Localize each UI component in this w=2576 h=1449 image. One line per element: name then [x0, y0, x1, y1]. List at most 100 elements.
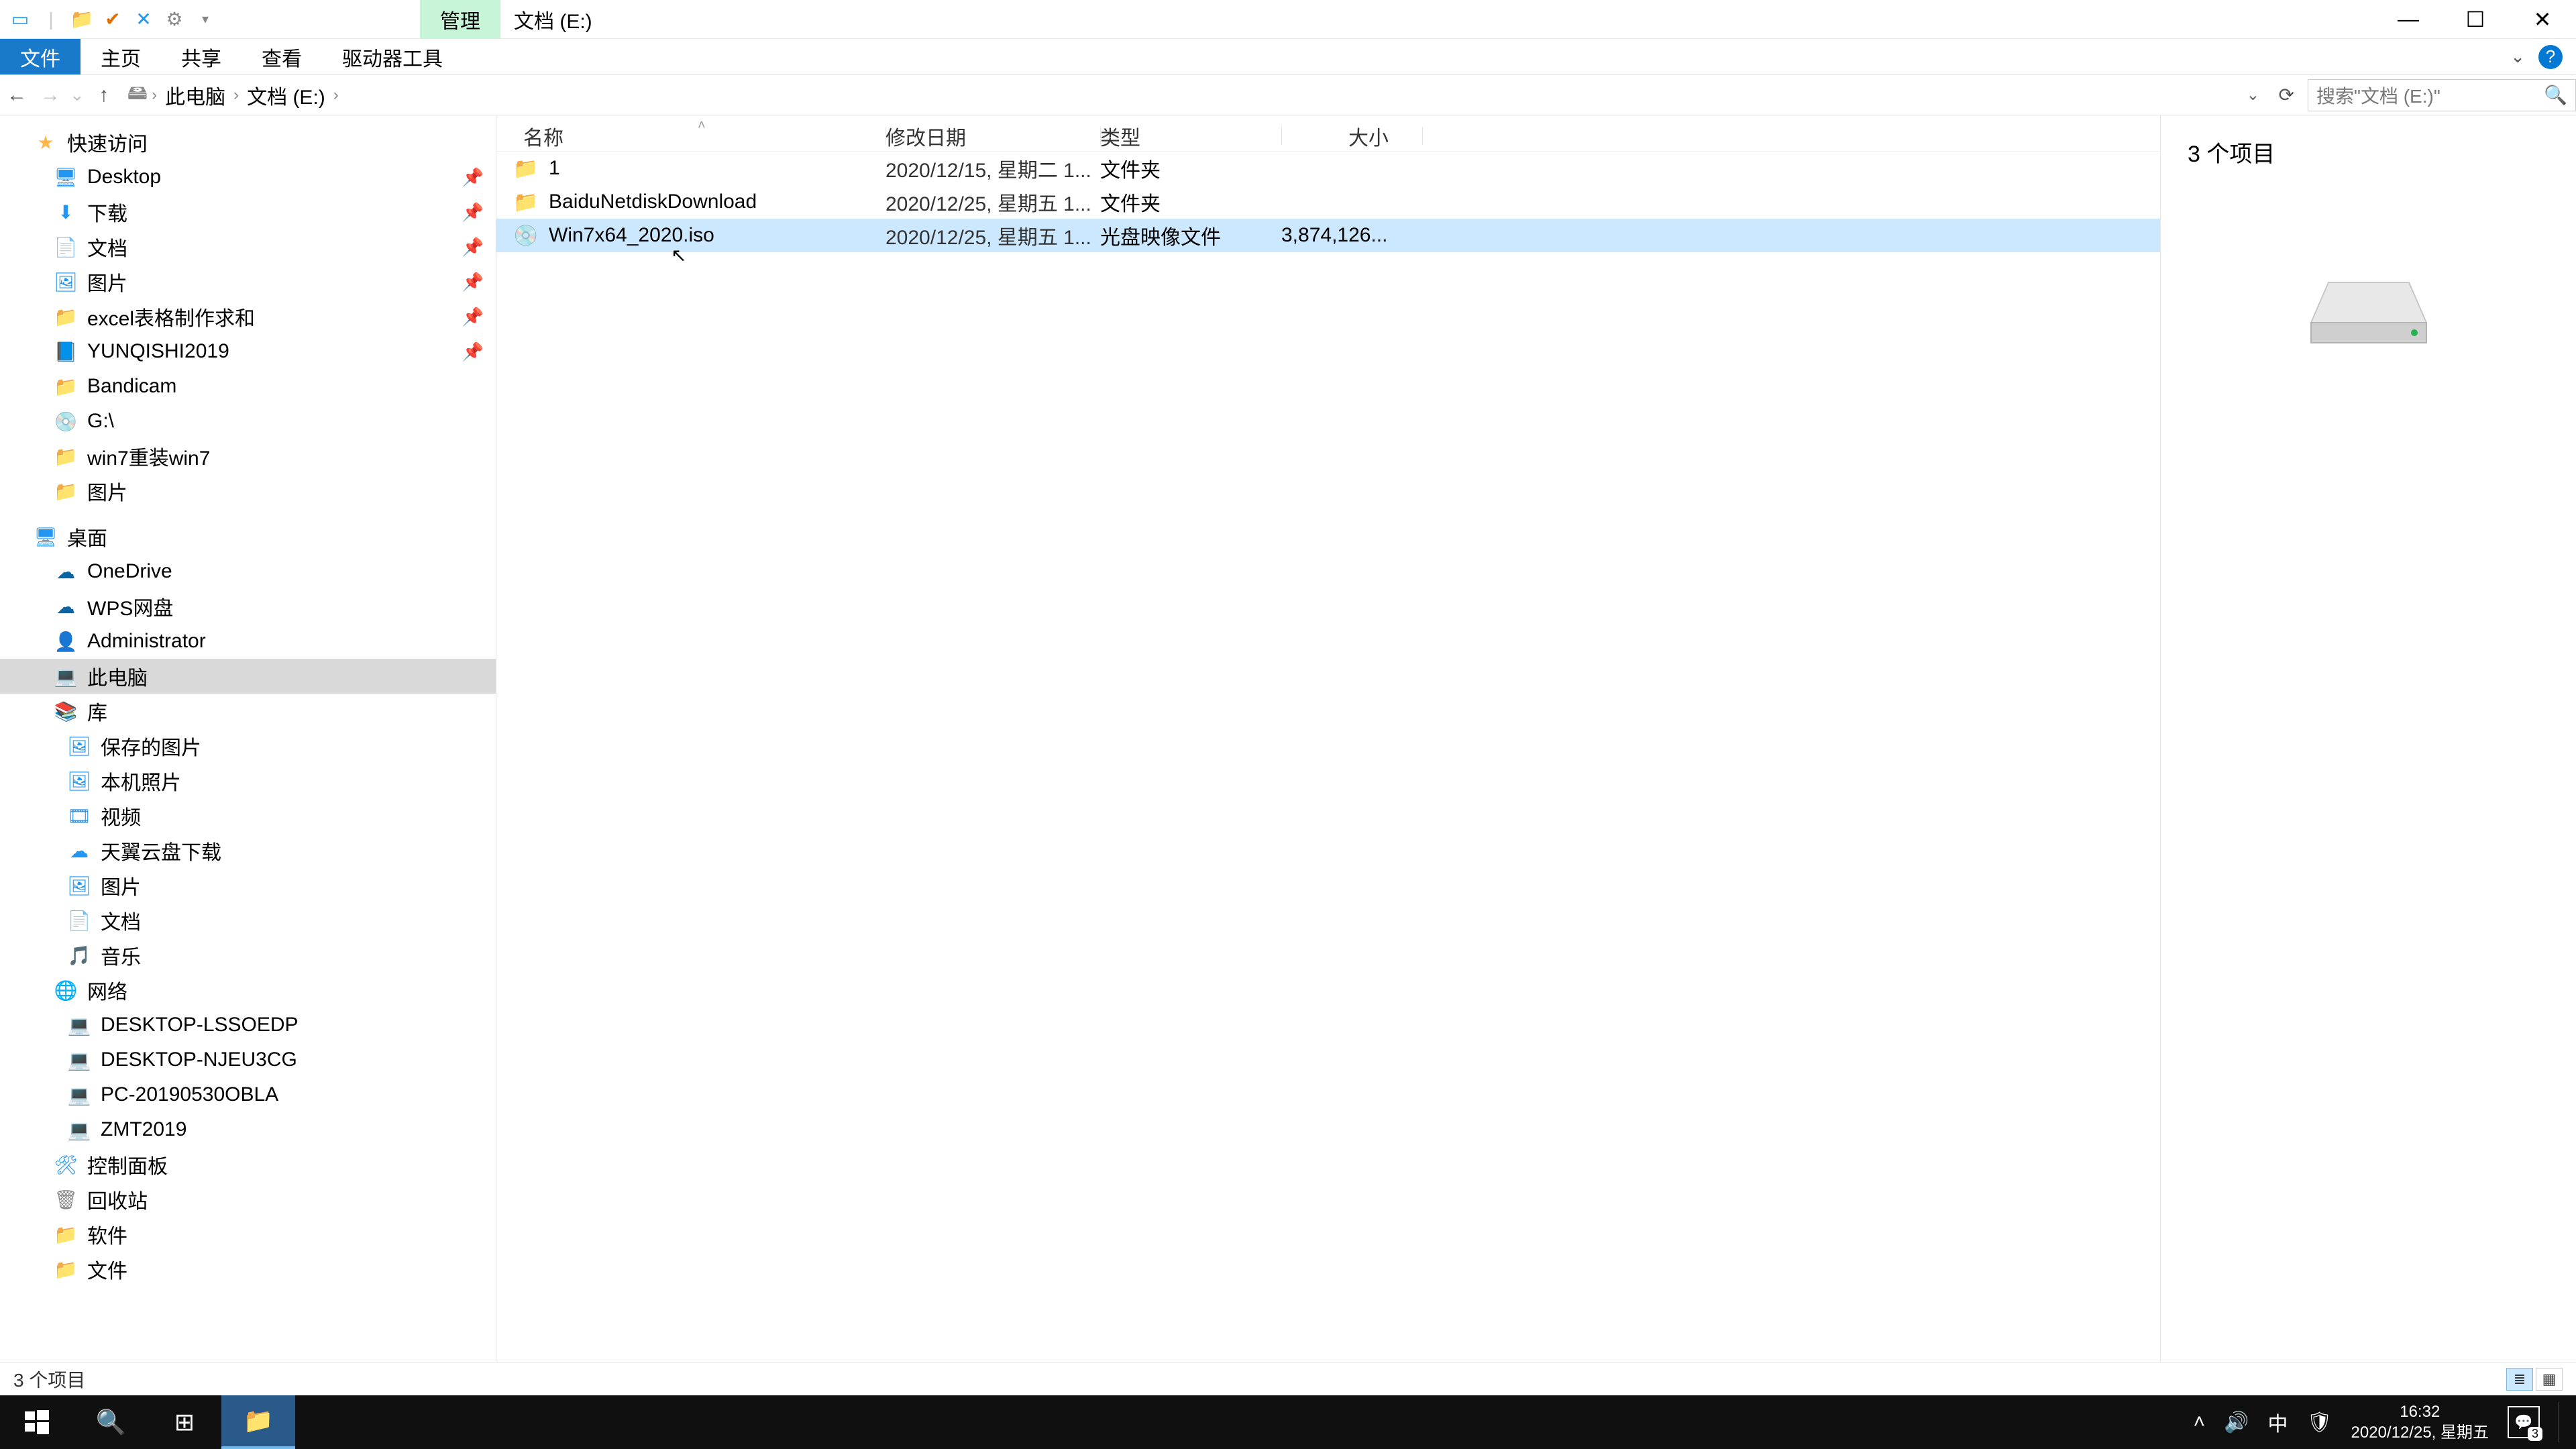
qat-dropdown-icon[interactable]: ▾	[192, 6, 219, 33]
up-button[interactable]: ↑	[87, 84, 121, 107]
security-icon[interactable]: 🛡	[2306, 1411, 2332, 1434]
tree-tianyi[interactable]: ☁天翼云盘下载	[0, 833, 496, 868]
tree-video[interactable]: 🎞视频	[0, 798, 496, 833]
search-button[interactable]: 🔍	[74, 1395, 148, 1449]
minimize-button[interactable]: —	[2375, 0, 2442, 39]
tree-this-pc[interactable]: 💻此电脑	[0, 659, 496, 694]
task-view-button[interactable]: ⊞	[148, 1395, 221, 1449]
tree-quick-access[interactable]: ★快速访问	[0, 125, 496, 160]
tree-picture-lib[interactable]: 🖼图片	[0, 868, 496, 903]
column-name[interactable]: 名称	[496, 121, 885, 151]
tree-downloads[interactable]: ⬇下载📌	[0, 195, 496, 229]
tree-bandicam[interactable]: 📁Bandicam	[0, 369, 496, 404]
help-icon[interactable]: ?	[2538, 45, 2563, 69]
tree-netpc1[interactable]: 💻DESKTOP-LSSOEDP	[0, 1008, 496, 1042]
table-row[interactable]: 📁 1 2020/12/15, 星期二 1... 文件夹	[496, 152, 2160, 185]
tree-win7-folder[interactable]: 📁win7重装win7	[0, 439, 496, 474]
start-button[interactable]	[0, 1395, 74, 1449]
qat-separator: |	[38, 6, 64, 33]
column-type[interactable]: 类型	[1100, 121, 1281, 151]
tree-excel-folder[interactable]: 📁excel表格制作求和📌	[0, 299, 496, 334]
tree-yunqishi[interactable]: 📘YUNQISHI2019📌	[0, 334, 496, 369]
cell-date: 2020/12/25, 星期五 1...	[885, 221, 1100, 250]
tree-saved-pictures[interactable]: 🖼保存的图片	[0, 729, 496, 763]
tree-wps[interactable]: ☁WPS网盘	[0, 589, 496, 624]
tab-drive-tools[interactable]: 驱动器工具	[322, 39, 463, 74]
tree-local-pictures[interactable]: 🖼本机照片	[0, 763, 496, 798]
maximize-button[interactable]: ☐	[2442, 0, 2509, 39]
tree-pictures2[interactable]: 📁图片	[0, 474, 496, 508]
file-list[interactable]: ˄ 名称 修改日期 类型 大小 📁 1 2020/12/15, 星期二 1...…	[496, 115, 2160, 1362]
tree-documents[interactable]: 📄文档📌	[0, 229, 496, 264]
ime-indicator[interactable]: 中	[2267, 1407, 2288, 1437]
check-icon[interactable]: ✔	[99, 6, 126, 33]
tree-network[interactable]: 🌐网络	[0, 973, 496, 1008]
tree-netpc3[interactable]: 💻PC-20190530OBLA	[0, 1077, 496, 1112]
taskbar-clock[interactable]: 16:32 2020/12/25, 星期五	[2351, 1401, 2489, 1443]
gear-icon[interactable]: ⚙	[161, 6, 188, 33]
tree-files[interactable]: 📁文件	[0, 1252, 496, 1287]
tree-music[interactable]: 🎵音乐	[0, 938, 496, 973]
address-bar[interactable]: 🖴 › 此电脑 › 文档 (E:) › ⌄ ⟳	[121, 78, 2308, 112]
show-desktop-button[interactable]	[2559, 1402, 2567, 1442]
contextual-tab-manage[interactable]: 管理	[420, 0, 500, 40]
cloud-icon: ☁	[67, 840, 91, 862]
history-dropdown-icon[interactable]: ⌄	[67, 85, 87, 105]
search-input[interactable]: 搜索"文档 (E:)" 🔍	[2308, 79, 2576, 111]
folder-icon: 📁	[54, 306, 78, 328]
tab-share[interactable]: 共享	[161, 39, 241, 74]
column-date[interactable]: 修改日期	[885, 121, 1100, 151]
refresh-icon[interactable]: ⟳	[2269, 84, 2304, 106]
tree-doc-lib[interactable]: 📄文档	[0, 903, 496, 938]
breadcrumb-drive[interactable]: 文档 (E:)	[243, 80, 329, 110]
nav-toolbar: ← → ⌄ ↑ 🖴 › 此电脑 › 文档 (E:) › ⌄ ⟳ 搜索"文档 (E…	[0, 75, 2576, 115]
tree-pictures[interactable]: 🖼图片📌	[0, 264, 496, 299]
column-size[interactable]: 大小	[1281, 121, 1389, 151]
drive-icon: 🖴	[127, 78, 148, 112]
volume-icon[interactable]: 🔊	[2224, 1411, 2249, 1434]
tab-file[interactable]: 文件	[0, 39, 80, 74]
taskbar[interactable]: 🔍 ⊞ 📁 ˄ 🔊 中 🛡 16:32 2020/12/25, 星期五 💬3	[0, 1395, 2576, 1449]
picture-icon: 🖼	[54, 271, 78, 293]
tree-netpc2[interactable]: 💻DESKTOP-NJEU3CG	[0, 1042, 496, 1077]
file-list-area: ˄ 名称 修改日期 类型 大小 📁 1 2020/12/15, 星期二 1...…	[496, 115, 2576, 1362]
iso-icon: 💿	[496, 224, 539, 248]
video-icon: 🎞	[67, 805, 91, 827]
pin-icon: 📌	[462, 237, 484, 258]
tree-desktop[interactable]: 🖥Desktop📌	[0, 160, 496, 195]
details-view-button[interactable]: ≣	[2506, 1368, 2533, 1391]
tree-onedrive[interactable]: ☁OneDrive	[0, 554, 496, 589]
action-center-icon[interactable]: 💬3	[2508, 1406, 2540, 1438]
chevron-right-icon[interactable]: ›	[333, 86, 339, 105]
address-dropdown-icon[interactable]: ⌄	[2237, 85, 2269, 105]
ribbon-collapse-icon[interactable]: ⌄	[2510, 46, 2525, 67]
close-x-icon[interactable]: ✕	[130, 6, 157, 33]
folder-icon: 📁	[54, 1258, 78, 1281]
tab-view[interactable]: 查看	[241, 39, 322, 74]
chevron-right-icon[interactable]: ›	[152, 86, 157, 105]
tree-netpc4[interactable]: 💻ZMT2019	[0, 1112, 496, 1147]
navigation-tree[interactable]: ★快速访问 🖥Desktop📌 ⬇下载📌 📄文档📌 🖼图片📌 📁excel表格制…	[0, 115, 496, 1362]
tree-administrator[interactable]: 👤Administrator	[0, 624, 496, 659]
cell-name: BaiduNetdiskDownload	[539, 191, 885, 213]
icons-view-button[interactable]: ▦	[2536, 1368, 2563, 1391]
breadcrumb-this-pc[interactable]: 此电脑	[161, 80, 229, 110]
tree-control-panel[interactable]: 🛠控制面板	[0, 1147, 496, 1182]
tree-recycle-bin[interactable]: 🗑回收站	[0, 1182, 496, 1217]
tab-home[interactable]: 主页	[80, 39, 161, 74]
forward-button[interactable]: →	[34, 84, 67, 107]
close-button[interactable]: ✕	[2509, 0, 2576, 39]
tree-software[interactable]: 📁软件	[0, 1217, 496, 1252]
search-icon[interactable]: 🔍	[2544, 84, 2567, 106]
tree-desktop-cn[interactable]: 🖥桌面	[0, 519, 496, 554]
explorer-taskbar-button[interactable]: 📁	[221, 1395, 295, 1449]
table-row[interactable]: 💿 Win7x64_2020.iso 2020/12/25, 星期五 1... …	[496, 219, 2160, 252]
tree-library[interactable]: 📚库	[0, 694, 496, 729]
quick-access-toolbar: ▭ | 📁 ✔ ✕ ⚙ ▾	[0, 6, 219, 33]
chevron-right-icon[interactable]: ›	[233, 86, 239, 105]
tray-overflow-icon[interactable]: ˄	[2194, 1411, 2206, 1434]
tree-g-drive[interactable]: 💿G:\	[0, 404, 496, 439]
back-button[interactable]: ←	[0, 84, 34, 107]
table-row[interactable]: 📁 BaiduNetdiskDownload 2020/12/25, 星期五 1…	[496, 185, 2160, 219]
folder-check-icon[interactable]: 📁	[68, 6, 95, 33]
